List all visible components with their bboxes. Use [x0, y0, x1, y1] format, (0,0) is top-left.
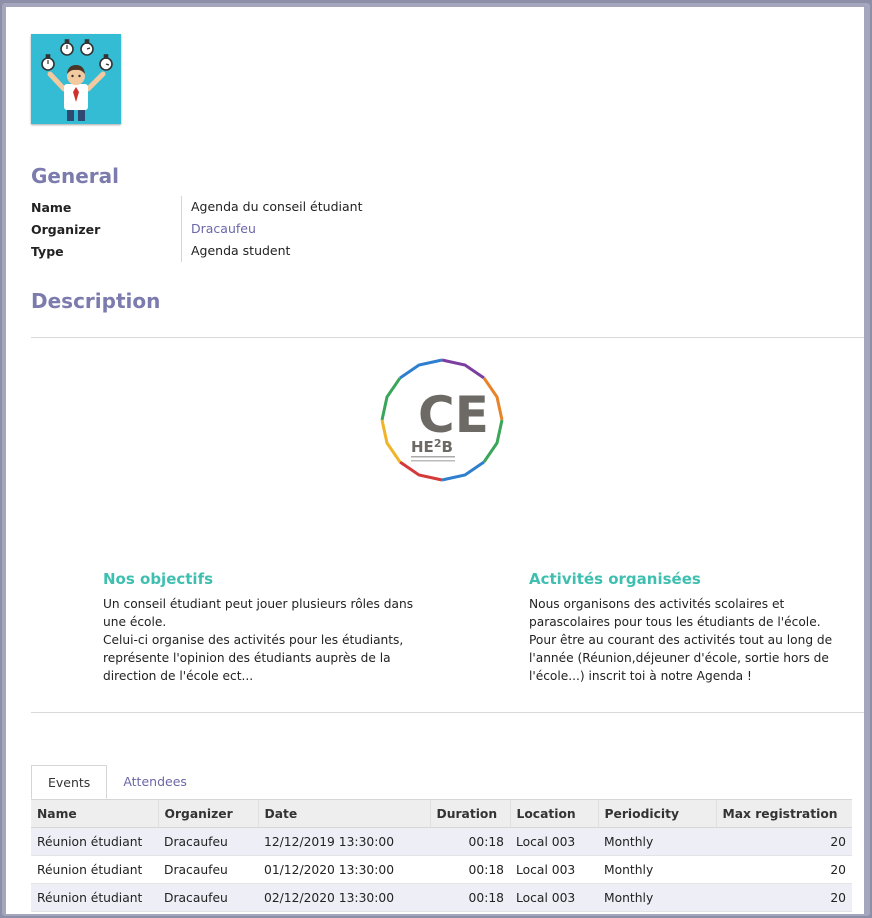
- cell-organizer: Dracaufeu: [158, 855, 258, 884]
- cell-location: Local 003: [510, 855, 598, 884]
- cell-periodicity: Monthly: [598, 883, 716, 912]
- field-organizer-link[interactable]: Dracaufeu: [181, 218, 256, 240]
- cell-duration: 00:18: [430, 883, 510, 912]
- tab-attendees[interactable]: Attendees: [107, 765, 203, 799]
- cell-duration: 00:18: [430, 855, 510, 884]
- field-organizer-row: Organizer Dracaufeu: [31, 218, 362, 240]
- column-header-max-registration[interactable]: Max registration: [715, 799, 852, 828]
- cell-max-registration: 20: [716, 883, 852, 912]
- description-heading: Description: [31, 289, 161, 313]
- cell-date: 01/12/2020 13:30:00: [258, 855, 430, 884]
- column-header-location[interactable]: Location: [509, 799, 598, 828]
- table-row[interactable]: Réunion étudiant Dracaufeu 01/12/2020 13…: [31, 855, 852, 884]
- column-header-duration[interactable]: Duration: [429, 799, 510, 828]
- field-name-row: Name Agenda du conseil étudiant: [31, 196, 362, 218]
- divider-bottom: [31, 712, 864, 713]
- cell-periodicity: Monthly: [598, 855, 716, 884]
- field-type-label: Type: [31, 243, 64, 259]
- objectives-title: Nos objectifs: [103, 570, 214, 588]
- form-sheet: General Name Agenda du conseil étudiant …: [6, 7, 864, 914]
- svg-text:HE2B: HE2B: [411, 437, 453, 456]
- objectives-text: Un conseil étudiant peut jouer plusieurs…: [103, 597, 414, 683]
- juggling-stopwatches-person-icon[interactable]: [31, 34, 121, 124]
- column-header-organizer[interactable]: Organizer: [157, 799, 258, 828]
- cell-location: Local 003: [510, 827, 598, 856]
- field-name-label: Name: [31, 199, 72, 215]
- field-type-row: Type Agenda student: [31, 240, 362, 262]
- column-header-name[interactable]: Name: [31, 799, 158, 828]
- logo-letters: CE: [418, 386, 489, 444]
- cell-name: Réunion étudiant: [31, 883, 158, 912]
- cell-max-registration: 20: [716, 855, 852, 884]
- cell-location: Local 003: [510, 883, 598, 912]
- general-heading: General: [31, 164, 119, 188]
- window-frame: General Name Agenda du conseil étudiant …: [2, 3, 870, 916]
- field-name-value[interactable]: Agenda du conseil étudiant: [181, 196, 362, 218]
- cell-name: Réunion étudiant: [31, 855, 158, 884]
- ce-he2b-logo: CE HE2B: [380, 358, 504, 482]
- table-row[interactable]: Réunion étudiant Dracaufeu 02/12/2020 13…: [31, 883, 852, 912]
- cell-date: 02/12/2020 13:30:00: [258, 883, 430, 912]
- cell-name: Réunion étudiant: [31, 827, 158, 856]
- notebook-tabs: Events Attendees: [31, 765, 203, 799]
- cell-date: 12/12/2019 13:30:00: [258, 827, 430, 856]
- general-fields: Name Agenda du conseil étudiant Organize…: [31, 196, 362, 262]
- cell-max-registration: 20: [716, 827, 852, 856]
- cell-organizer: Dracaufeu: [158, 883, 258, 912]
- column-header-date[interactable]: Date: [257, 799, 430, 828]
- activities-text: Nous organisons des activités scolaires …: [529, 597, 833, 683]
- column-header-periodicity[interactable]: Periodicity: [597, 799, 716, 828]
- field-type-value[interactable]: Agenda student: [181, 240, 290, 262]
- activities-title: Activités organisées: [529, 570, 701, 588]
- table-header-row: Name Organizer Date Duration Location Pe…: [31, 799, 852, 828]
- tab-events[interactable]: Events: [31, 765, 108, 799]
- cell-organizer: Dracaufeu: [158, 827, 258, 856]
- table-row[interactable]: Réunion étudiant Dracaufeu 12/12/2019 13…: [31, 827, 852, 856]
- cell-periodicity: Monthly: [598, 827, 716, 856]
- divider-top: [31, 337, 864, 338]
- events-table: Name Organizer Date Duration Location Pe…: [31, 799, 852, 912]
- cell-duration: 00:18: [430, 827, 510, 856]
- field-organizer-label: Organizer: [31, 221, 101, 237]
